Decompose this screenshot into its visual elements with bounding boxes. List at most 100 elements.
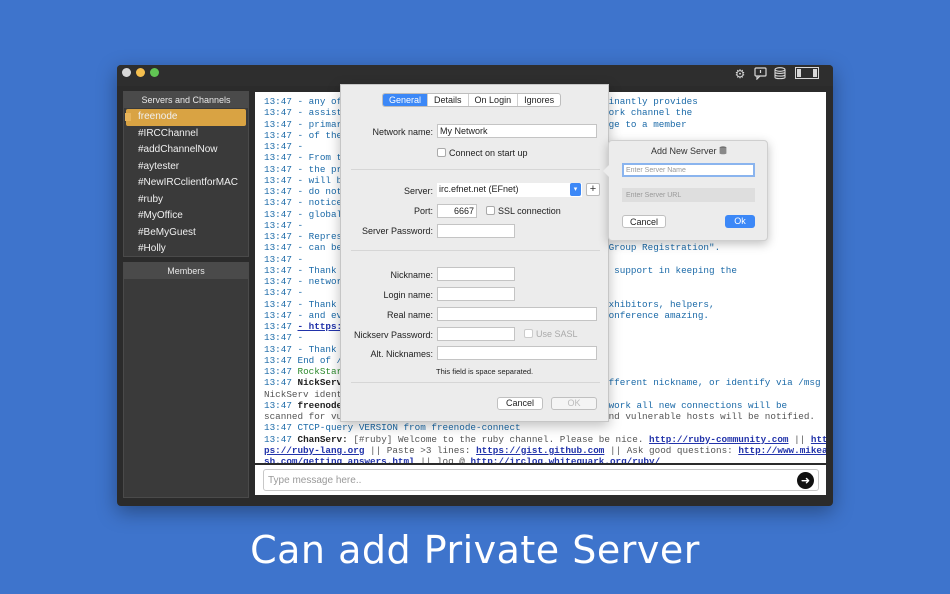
sidebar-item-channel[interactable]: #addChannelNow xyxy=(124,142,248,159)
chat-timestamp: 13:47 xyxy=(264,253,292,265)
ssl-label: SSL connection xyxy=(498,206,561,216)
channel-label: #NewIRCclientforMAC xyxy=(138,177,239,188)
chat-line: minantly provides xyxy=(603,96,698,107)
network-name-field[interactable]: My Network xyxy=(437,124,597,138)
chat-message: - Thank xyxy=(297,298,337,310)
members-header: Members xyxy=(124,263,248,279)
chat-timestamp: 13:47 xyxy=(264,152,292,164)
ok-button[interactable]: OK xyxy=(551,397,597,410)
chat-text: NickServ ident xyxy=(264,388,343,400)
zoom-window-button[interactable] xyxy=(150,68,159,77)
server-password-label: Server Password: xyxy=(361,226,433,236)
connect-on-startup-label: Connect on start up xyxy=(449,148,528,158)
layout-panels-icon[interactable] xyxy=(794,67,819,81)
sidebar-item-channel[interactable]: #aytester xyxy=(124,159,248,176)
chevron-down-icon[interactable]: ▾ xyxy=(570,183,581,196)
nickname-field[interactable] xyxy=(437,267,515,281)
chat-line: "Group Registration". xyxy=(603,242,720,253)
promo-caption: Can add Private Server xyxy=(250,528,700,572)
chat-message-continued: minantly provides xyxy=(603,96,698,107)
alt-nicknames-field[interactable] xyxy=(437,346,597,360)
chat-timestamp: 13:47 xyxy=(264,309,292,321)
sidebar-item-channel[interactable]: #MyOffice xyxy=(124,208,248,225)
channel-label: #addChannelNow xyxy=(138,144,218,155)
servers-channels-panel: Servers and Channels freenode #IRCChannel… xyxy=(123,91,249,257)
tab-general[interactable]: General xyxy=(383,94,429,106)
popover-ok-button[interactable]: Ok xyxy=(725,215,755,228)
chat-line: and vulnerable hosts will be notified. xyxy=(603,411,815,422)
channel-label: #Holly xyxy=(138,243,166,254)
chat-message: RockStar xyxy=(297,366,343,377)
server-password-field[interactable] xyxy=(437,224,515,238)
chat-timestamp: 13:47 xyxy=(264,118,292,130)
ssl-checkbox[interactable] xyxy=(486,206,495,215)
chat-message-continued: age to a member xyxy=(603,118,687,130)
title-bar: ⚙ xyxy=(117,65,833,86)
database-icon[interactable] xyxy=(773,67,787,81)
channel-label: #aytester xyxy=(138,160,180,172)
cancel-button[interactable]: Cancel xyxy=(497,397,543,410)
popover-cancel-button[interactable]: Cancel xyxy=(622,215,666,228)
chat-line: 13:47 - will b xyxy=(264,175,342,186)
chat-link[interactable]: sh.com/getting_answers.html xyxy=(264,456,415,463)
chat-line: 13:47 - From t xyxy=(264,152,342,163)
chat-link[interactable]: http://irclog.whitequark.org/ruby/ xyxy=(470,456,660,463)
channel-list: freenode #IRCChannel #addChannelNow #aytest… xyxy=(124,108,248,258)
chat-line: 13:47 - xyxy=(264,332,303,343)
chat-line: exhibitors, helpers, xyxy=(603,299,715,310)
sidebar-item-channel[interactable]: freenode xyxy=(125,109,246,126)
chat-text: || Paste >3 lines: xyxy=(370,444,471,456)
chat-link[interactable]: http://www.mikea xyxy=(738,445,826,456)
chat-link[interactable]: ps://ruby-lang.org xyxy=(264,445,364,456)
chat-bubble-icon[interactable] xyxy=(753,67,767,81)
port-field[interactable]: 6667 xyxy=(437,204,477,218)
server-url-input[interactable]: Enter Server URL xyxy=(622,188,755,202)
network-name-label: Network name: xyxy=(372,127,433,137)
chat-timestamp: 13:47 xyxy=(264,321,292,332)
tab-details[interactable]: Details xyxy=(428,94,469,106)
chat-message: - assist xyxy=(297,107,343,119)
chat-timestamp: 13:47 xyxy=(264,141,292,152)
database-icon xyxy=(719,146,727,157)
gear-icon[interactable]: ⚙ xyxy=(733,67,747,81)
channel-label: #MyOffice xyxy=(138,210,183,221)
chat-link[interactable]: http://ruby-community.com xyxy=(649,434,788,445)
tab-ignores[interactable]: Ignores xyxy=(518,94,560,106)
login-name-field[interactable] xyxy=(437,287,515,301)
chat-link[interactable]: htt xyxy=(811,434,826,445)
chat-timestamp: 13:47 xyxy=(264,129,292,141)
message-input[interactable]: Type message here.. xyxy=(263,469,819,491)
chat-line: 13:47 freenode xyxy=(264,400,342,411)
chat-message: - will b xyxy=(297,174,343,186)
use-sasl-checkbox[interactable] xyxy=(524,329,533,338)
sidebar-item-channel[interactable]: #ruby xyxy=(124,192,248,209)
message-bar: Type message here.. ➜ xyxy=(255,465,826,495)
chat-line: 13:47 ChanServ: [#ruby] Welcome to the r… xyxy=(264,434,826,445)
server-name-input[interactable]: Enter Server Name xyxy=(622,163,755,177)
nickserv-password-field[interactable] xyxy=(437,327,515,341)
sidebar-item-channel[interactable]: #Holly xyxy=(124,241,248,258)
chat-message: NickServ xyxy=(297,377,343,389)
server-select[interactable]: irc.efnet.net (EFnet) xyxy=(437,183,582,197)
chat-line: 13:47 - assist xyxy=(264,107,342,118)
popover-title-text: Add New Server xyxy=(650,146,717,156)
sidebar-item-channel[interactable]: #NewIRCclientforMAC xyxy=(124,175,248,192)
chat-line: work channel the xyxy=(603,107,692,118)
close-window-button[interactable] xyxy=(122,68,131,77)
sidebar-item-channel[interactable]: #BeMyGuest xyxy=(124,225,248,242)
add-server-button[interactable]: + xyxy=(586,183,600,196)
use-sasl-label: Use SASL xyxy=(536,329,578,339)
arrow-right-icon[interactable]: ➜ xyxy=(797,472,814,489)
chat-line: 13:47 - xyxy=(264,220,303,231)
chat-line: d support in keeping the xyxy=(603,265,737,276)
nickserv-password-label: Nickserv Password: xyxy=(353,330,433,340)
sidebar-item-channel[interactable]: #IRCChannel xyxy=(124,126,248,143)
minimize-window-button[interactable] xyxy=(136,68,145,77)
chat-text: and vulnerable hosts will be notified. xyxy=(603,411,816,422)
chat-text: twork all new connections will be xyxy=(603,399,788,411)
chat-timestamp: 13:47 xyxy=(264,377,292,389)
chat-link[interactable]: https://gist.github.com xyxy=(476,445,604,456)
connect-on-startup-checkbox[interactable] xyxy=(437,148,446,157)
real-name-field[interactable] xyxy=(437,307,597,321)
tab-on-login[interactable]: On Login xyxy=(469,94,519,106)
